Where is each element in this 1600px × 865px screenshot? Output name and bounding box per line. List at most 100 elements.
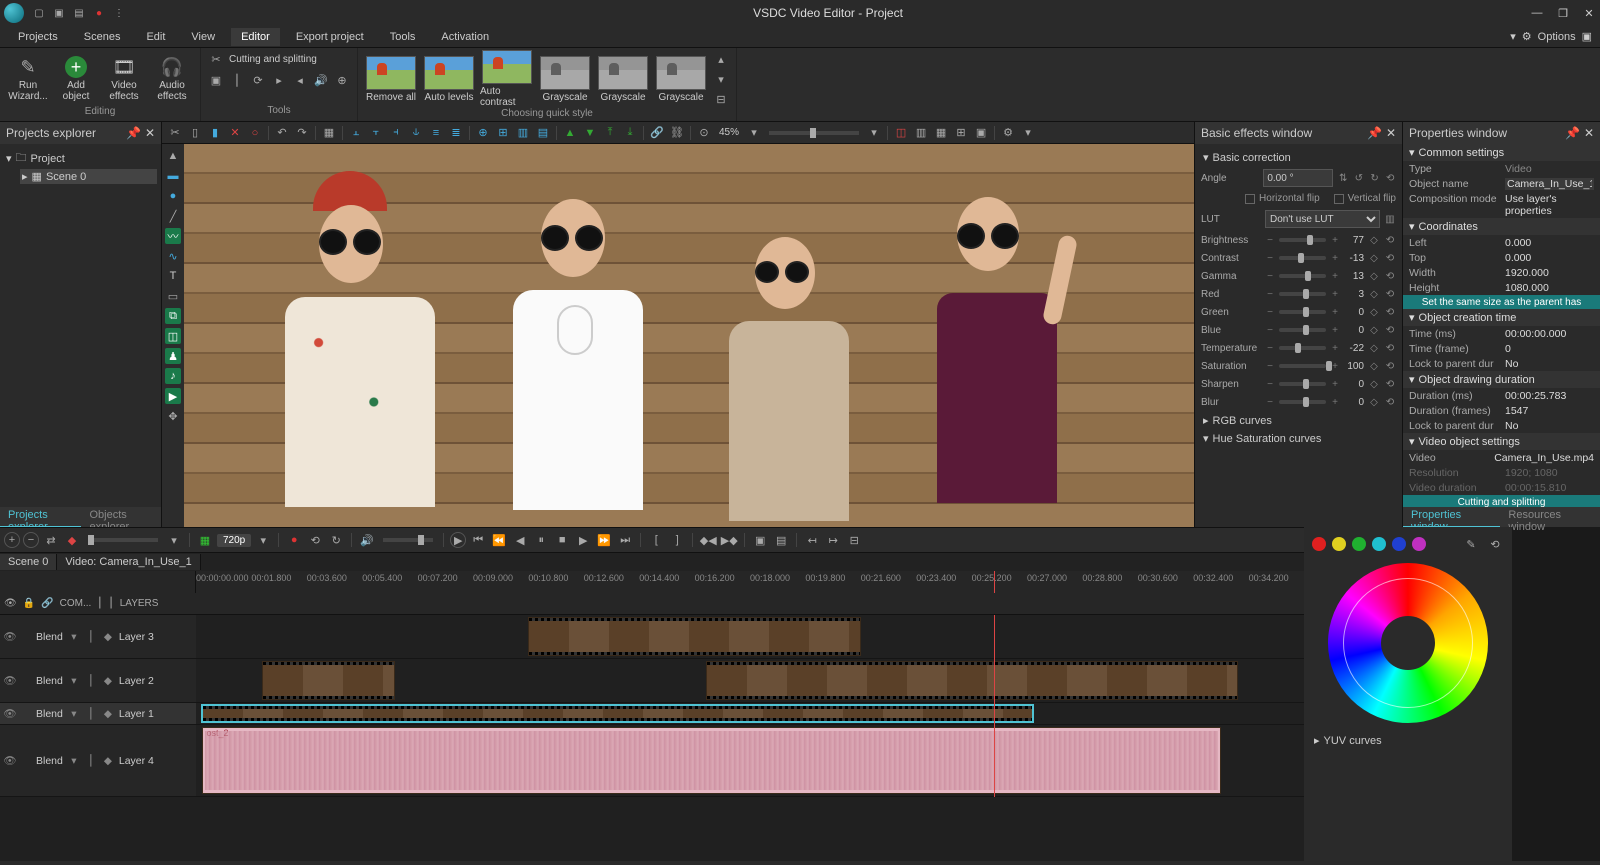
slider-reset-4[interactable]: ⟲ (1384, 306, 1396, 318)
section-yuv-curves[interactable]: ▸ YUV curves (1312, 731, 1504, 749)
section-basic-correction[interactable]: ▾ Basic correction (1201, 148, 1396, 166)
hue-dot-yellow[interactable] (1332, 537, 1346, 551)
project-tree[interactable]: ▾🗀Project ▸▦Scene 0 (0, 144, 161, 507)
vt-polyline-icon[interactable]: 〰 (165, 228, 181, 244)
menu-edit[interactable]: Edit (136, 28, 175, 46)
tl-tostart-icon[interactable]: ⏮ (469, 531, 487, 549)
ct-ar2[interactable]: ⊞ (494, 124, 512, 142)
tl-720-icon[interactable]: ▦ (196, 531, 214, 549)
slider-inc-1[interactable]: + (1330, 253, 1340, 264)
vt-chart-icon[interactable]: ◫ (165, 328, 181, 344)
timeline-ruler[interactable]: 00:00:00.00000:01.80000:03.60000:05.4000… (196, 571, 1304, 593)
slider-dec-1[interactable]: − (1265, 253, 1275, 264)
slider-1[interactable] (1279, 256, 1326, 260)
tl-remove-icon[interactable]: − (23, 532, 39, 548)
chevron-down-icon[interactable]: ▾ (1510, 30, 1516, 43)
props-pin-icon[interactable]: 📌 (1565, 126, 1580, 140)
preview-canvas[interactable] (184, 144, 1194, 527)
slider-7[interactable] (1279, 364, 1326, 368)
slider-dec-8[interactable]: − (1265, 379, 1275, 390)
ct-al4[interactable]: ⫝ (407, 124, 425, 142)
th-lock-icon[interactable]: 🔒 (23, 598, 35, 609)
slider-5[interactable] (1279, 328, 1326, 332)
slider-dec-3[interactable]: − (1265, 289, 1275, 300)
gear-icon[interactable]: ⚙ (1522, 30, 1532, 43)
slider-dec-4[interactable]: − (1265, 307, 1275, 318)
tl-prev-icon[interactable]: ◀ (511, 531, 529, 549)
qat-open-icon[interactable]: ▣ (52, 6, 66, 20)
qat-new-icon[interactable]: ▢ (32, 6, 46, 20)
qat-save-icon[interactable]: ▤ (72, 6, 86, 20)
psec-common[interactable]: ▾ Common settings (1403, 144, 1600, 161)
ct-unlink-icon[interactable]: ⛓ (668, 124, 686, 142)
audio-effects-button[interactable]: 🎧Audio effects (150, 50, 194, 106)
style-scroll-up-icon[interactable]: ▴ (712, 50, 730, 68)
slider-kf-8[interactable]: ◇ (1368, 378, 1380, 390)
menu-tools[interactable]: Tools (380, 28, 426, 46)
clip-layer2-a[interactable] (262, 661, 395, 700)
tl-rec-icon[interactable]: ● (285, 531, 303, 549)
clip-layer3[interactable] (528, 617, 860, 656)
tree-item-scene0[interactable]: ▸▦Scene 0 (20, 169, 157, 184)
tl-stepfwd-icon[interactable]: ⏩ (595, 531, 613, 549)
clip-tab[interactable]: Video: Camera_In_Use_1 (57, 554, 200, 570)
angle-rotr-icon[interactable]: ↻ (1369, 172, 1381, 184)
ct-al6[interactable]: ≣ (447, 124, 465, 142)
slider-4[interactable] (1279, 310, 1326, 314)
slider-inc-2[interactable]: + (1330, 271, 1340, 282)
vt-sprite-icon[interactable]: ♟ (165, 348, 181, 364)
slider-kf-1[interactable]: ◇ (1368, 252, 1380, 264)
slider-dec-2[interactable]: − (1265, 271, 1275, 282)
ct-al2[interactable]: ⫟ (367, 124, 385, 142)
style-auto-levels[interactable]: Auto levels (422, 56, 476, 103)
vt-line-icon[interactable]: ╱ (165, 208, 181, 224)
clip-layer2-b[interactable] (706, 661, 1238, 700)
tl-s3[interactable]: ↤ (803, 531, 821, 549)
slider-kf-7[interactable]: ◇ (1368, 360, 1380, 372)
slider-inc-6[interactable]: + (1330, 343, 1340, 354)
vt-move-icon[interactable]: ✥ (165, 408, 181, 424)
slider-reset-8[interactable]: ⟲ (1384, 378, 1396, 390)
tl-s1[interactable]: ▣ (751, 531, 769, 549)
cut-icon[interactable]: ✂ (207, 50, 225, 68)
tool-stabilize-icon[interactable]: ⊕ (333, 71, 351, 89)
ct-gear-icon[interactable]: ⚙ (999, 124, 1017, 142)
style-remove-all[interactable]: Remove all (364, 56, 418, 103)
tl-stepback-icon[interactable]: ⏪ (490, 531, 508, 549)
tl-stop-icon[interactable]: ■ (553, 531, 571, 549)
ct-al3[interactable]: ⫞ (387, 124, 405, 142)
style-auto-contrast[interactable]: Auto contrast (480, 50, 534, 108)
tool-reverse-icon[interactable]: ◂ (291, 71, 309, 89)
style-expand-icon[interactable]: ⊟ (712, 90, 730, 108)
vt-curve-icon[interactable]: ∿ (165, 248, 181, 264)
expand-icon[interactable]: ▾ (6, 152, 12, 165)
slider-inc-3[interactable]: + (1330, 289, 1340, 300)
slider-inc-5[interactable]: + (1330, 325, 1340, 336)
menu-projects[interactable]: Projects (8, 28, 68, 46)
ct-ar4[interactable]: ▤ (534, 124, 552, 142)
slider-dec-5[interactable]: − (1265, 325, 1275, 336)
ct-fit-icon[interactable]: ▾ (865, 124, 883, 142)
lut-folder-icon[interactable]: ▥ (1384, 213, 1396, 225)
slider-kf-6[interactable]: ◇ (1368, 342, 1380, 354)
ct-circle-icon[interactable]: ○ (246, 124, 264, 142)
slider-kf-0[interactable]: ◇ (1368, 234, 1380, 246)
vflip-checkbox[interactable]: Vertical flip (1334, 193, 1396, 204)
tab-objects-explorer[interactable]: Objects explorer (81, 507, 161, 527)
slider-reset-2[interactable]: ⟲ (1384, 270, 1396, 282)
maximize-icon[interactable]: ❐ (1556, 6, 1570, 20)
slider-dec-0[interactable]: − (1265, 235, 1275, 246)
slider-inc-4[interactable]: + (1330, 307, 1340, 318)
style-grayscale-3[interactable]: Grayscale (654, 56, 708, 103)
angle-spin-icon[interactable]: ⇅ (1337, 172, 1349, 184)
slider-2[interactable] (1279, 274, 1326, 278)
menu-scenes[interactable]: Scenes (74, 28, 131, 46)
ct-al1[interactable]: ⫠ (347, 124, 365, 142)
slider-dec-9[interactable]: − (1265, 397, 1275, 408)
track-row-3[interactable]: 👁Blend▾⎮◆Layer 3 (0, 615, 1304, 659)
ct-sp5[interactable]: ▣ (972, 124, 990, 142)
ct-sp1[interactable]: ◫ (892, 124, 910, 142)
slider-reset-9[interactable]: ⟲ (1384, 396, 1396, 408)
slider-reset-6[interactable]: ⟲ (1384, 342, 1396, 354)
ct-copy-icon[interactable]: ▯ (186, 124, 204, 142)
